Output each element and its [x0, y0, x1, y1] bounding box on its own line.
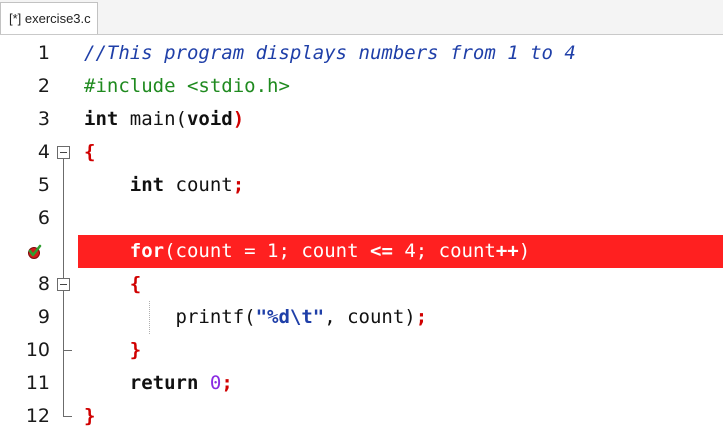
line-code: //This program displays numbers from 1 t… — [84, 37, 576, 70]
fold-column — [50, 400, 78, 433]
code-line-10[interactable]: 10 } — [0, 334, 723, 367]
code-line-5[interactable]: 5 int count; — [0, 169, 723, 202]
code-text: 4; count — [392, 240, 496, 262]
line-code: { — [84, 268, 141, 301]
line-number[interactable]: 6 — [0, 202, 50, 235]
code-line-2[interactable]: 2 #include <stdio.h> — [0, 70, 723, 103]
line-number[interactable]: 8 — [0, 268, 50, 301]
code-text: count — [164, 174, 233, 196]
fold-end-tick — [63, 350, 72, 351]
tab-bar: [*] exercise3.c — [0, 0, 723, 35]
fold-line — [63, 158, 64, 169]
line-code: return 0; — [84, 367, 233, 400]
fold-column — [50, 367, 78, 400]
semicolon: ; — [221, 372, 233, 394]
fold-line — [63, 400, 64, 417]
fold-column — [50, 202, 78, 235]
line-number[interactable]: 2 — [0, 70, 50, 103]
semicolon: ; — [232, 174, 245, 196]
paren: ) — [232, 108, 245, 130]
open-brace: { — [129, 273, 142, 295]
code-line-6[interactable]: 6 — [0, 202, 723, 235]
fold-line — [63, 235, 64, 268]
fold-line — [63, 268, 64, 278]
line-number[interactable]: 4 — [0, 136, 50, 169]
fold-column — [50, 301, 78, 334]
fold-line — [63, 290, 64, 301]
fold-line — [63, 169, 64, 202]
close-brace: } — [129, 339, 142, 361]
fold-column — [50, 136, 78, 169]
comment-text: //This program displays numbers from 1 t… — [84, 42, 576, 64]
fold-end-tick — [63, 416, 72, 417]
open-brace: { — [84, 141, 96, 163]
fold-line — [63, 202, 64, 235]
code-text: , count) — [324, 306, 416, 328]
line-code: } — [84, 334, 141, 367]
line-number[interactable]: 10 — [0, 334, 50, 367]
tab-exercise3-c[interactable]: [*] exercise3.c — [0, 2, 98, 34]
line-number[interactable]: 1 — [0, 37, 50, 70]
fold-line — [63, 301, 64, 334]
keyword-return: return — [129, 372, 199, 394]
code-area[interactable]: 1 //This program displays numbers from 1… — [0, 35, 723, 433]
line-number[interactable]: 11 — [0, 367, 50, 400]
code-line-8[interactable]: 8 { — [0, 268, 723, 301]
code-line-7-breakpoint[interactable]: for(count = 1; count <= 4; count++) — [0, 235, 723, 268]
fold-column — [50, 268, 78, 301]
line-number[interactable]: 12 — [0, 400, 50, 433]
code-text: (count = 1; count — [164, 240, 370, 262]
fold-column — [50, 235, 78, 268]
line-number[interactable]: 9 — [0, 301, 50, 334]
code-line-4[interactable]: 4 { — [0, 136, 723, 169]
code-line-1[interactable]: 1 //This program displays numbers from 1… — [0, 37, 723, 70]
line-code: { — [84, 136, 95, 169]
preprocessor-text: #include <stdio.h> — [84, 75, 290, 97]
code-line-11[interactable]: 11 return 0; — [0, 367, 723, 400]
close-brace: } — [84, 405, 96, 427]
fold-column — [50, 169, 78, 202]
code-line-12[interactable]: 12 } — [0, 400, 723, 433]
line-code: int main(void) — [84, 103, 244, 136]
keyword-int: int — [84, 108, 119, 130]
code-text: printf( — [175, 306, 256, 328]
line-code: for(count = 1; count <= 4; count++) — [84, 235, 530, 268]
number-literal: 0 — [209, 372, 222, 394]
operator: <= — [370, 240, 393, 262]
breakpoint-check-icon[interactable] — [26, 244, 42, 260]
keyword-void: void — [186, 108, 233, 130]
line-number[interactable]: 3 — [0, 103, 50, 136]
line-code: int count; — [84, 169, 244, 202]
fold-column — [50, 334, 78, 367]
code-text: main( — [118, 108, 187, 130]
code-text: ) — [518, 240, 531, 262]
line-number[interactable]: 5 — [0, 169, 50, 202]
semicolon: ; — [415, 306, 428, 328]
line-number[interactable] — [0, 235, 50, 268]
line-code: printf("%d\t", count); — [84, 301, 428, 334]
line-code: #include <stdio.h> — [84, 70, 290, 103]
operator: ++ — [495, 240, 519, 262]
line-code: } — [84, 400, 95, 433]
code-editor: [*] exercise3.c 1 //This program display… — [0, 0, 723, 433]
keyword-for: for — [129, 240, 165, 262]
string-literal: "%d\t" — [255, 306, 325, 328]
code-line-3[interactable]: 3 int main(void) — [0, 103, 723, 136]
code-line-9[interactable]: 9 printf("%d\t", count); — [0, 301, 723, 334]
keyword-int: int — [129, 174, 165, 196]
fold-line — [63, 367, 64, 400]
